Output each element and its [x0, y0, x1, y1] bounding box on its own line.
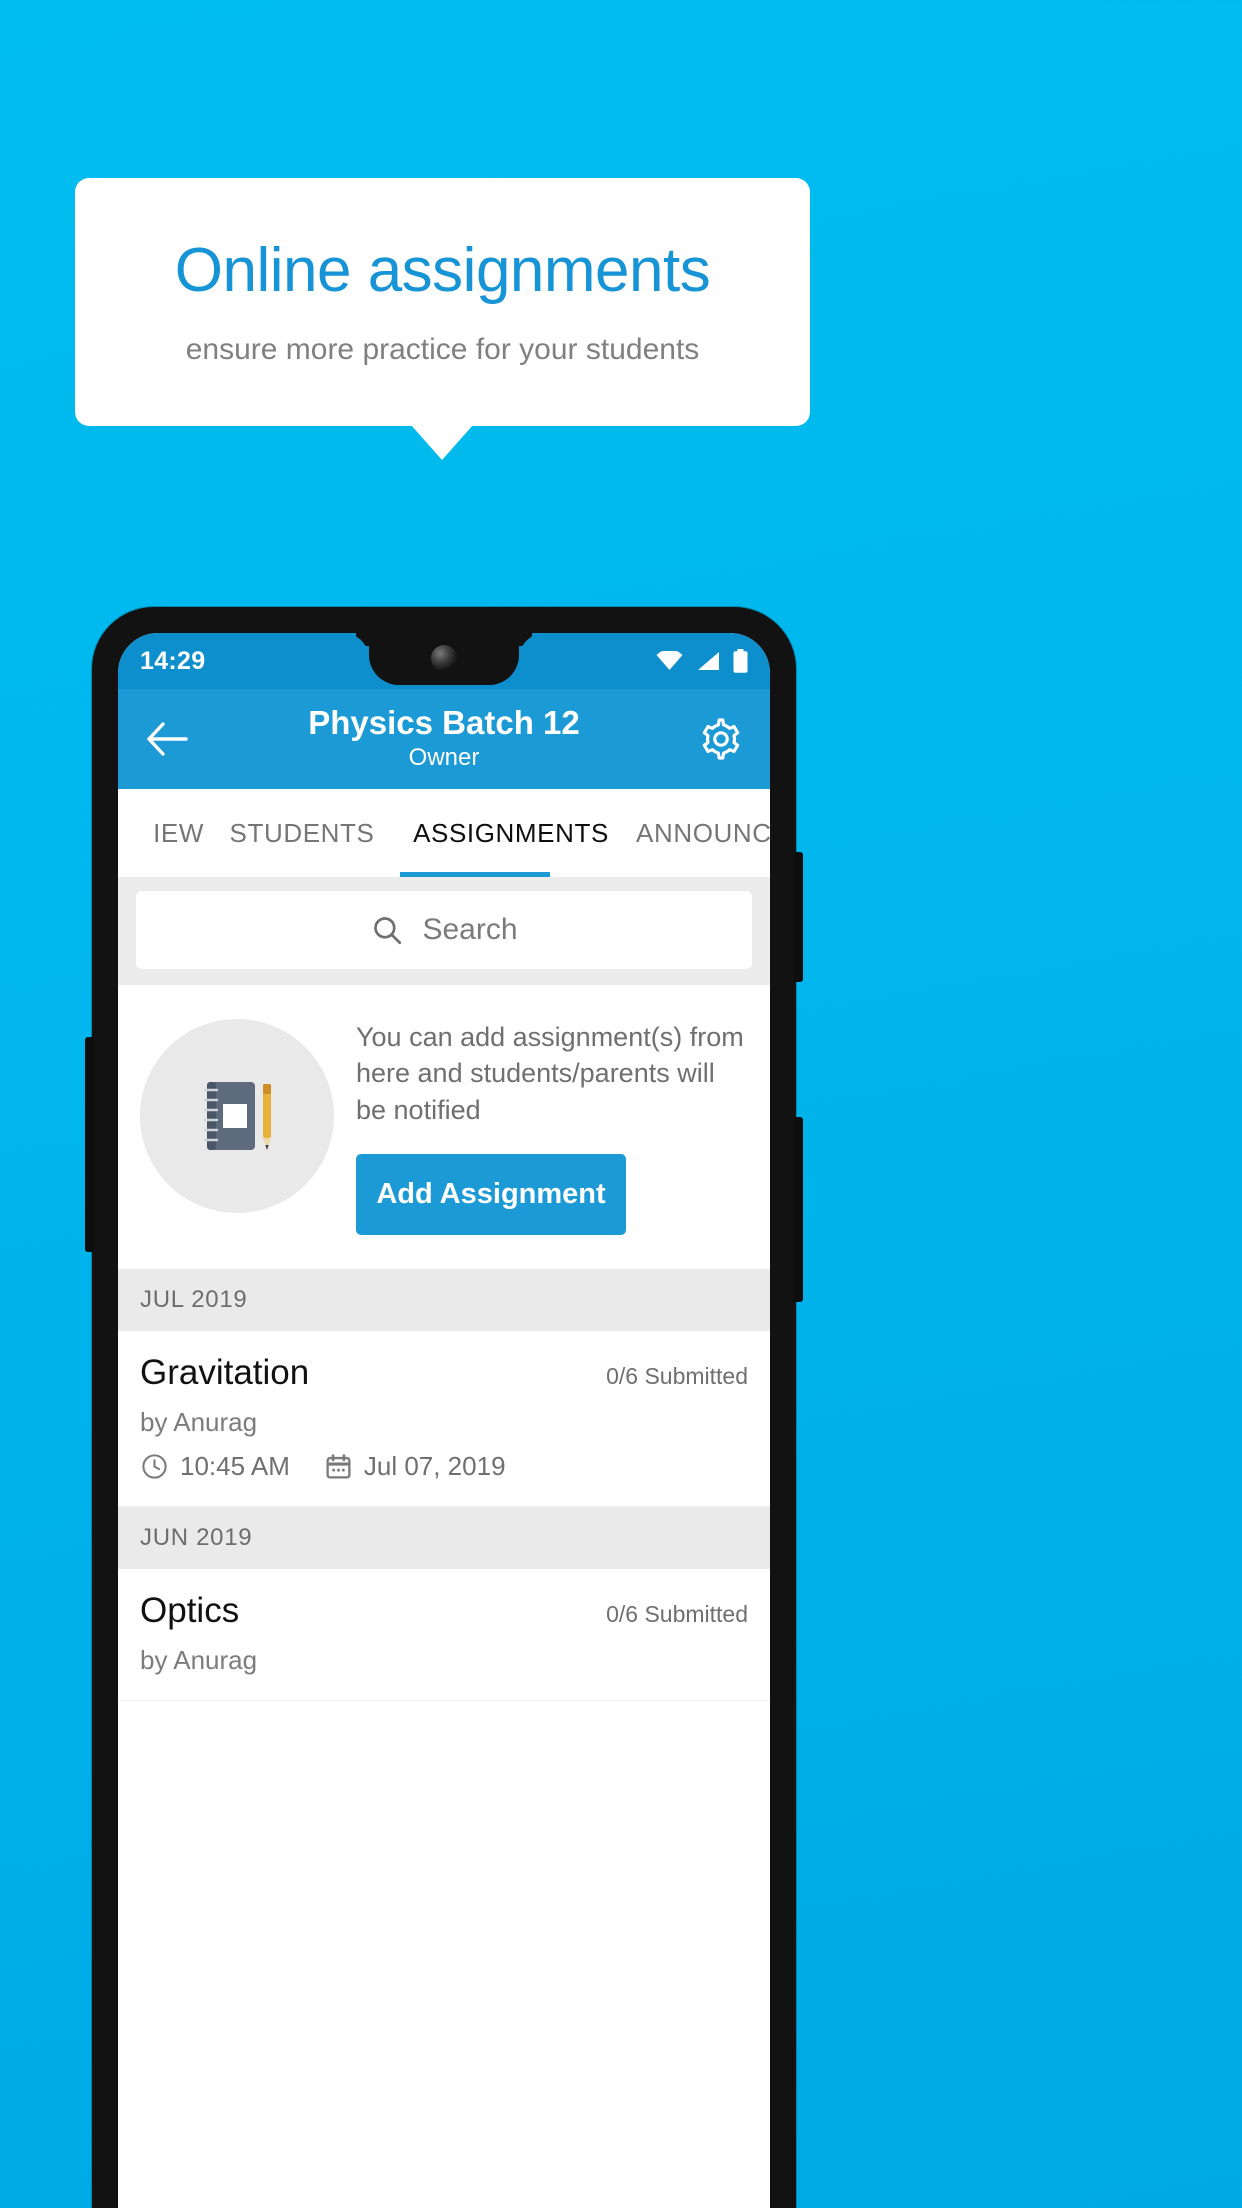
page-title: Physics Batch 12 — [308, 704, 580, 742]
section-header-jul: JUL 2019 — [118, 1269, 770, 1332]
search-icon — [370, 913, 404, 947]
assignment-time: 10:45 AM — [180, 1451, 290, 1482]
side-button[interactable] — [85, 1037, 94, 1252]
tab-bar[interactable]: IEW STUDENTS ASSIGNMENTS ANNOUNCEM — [118, 789, 770, 877]
display-notch — [369, 633, 519, 685]
status-badge: 0/6 Submitted — [606, 1363, 748, 1390]
tab-students[interactable]: STUDENTS — [204, 789, 400, 877]
tab-overview[interactable]: IEW — [118, 789, 204, 877]
promo-card: Online assignments ensure more practice … — [75, 178, 810, 426]
battery-icon — [733, 649, 748, 673]
assignment-row-top: Optics 0/6 Submitted — [140, 1591, 748, 1631]
assignment-meta: 10:45 AM Jul 07, 2019 — [140, 1451, 748, 1482]
search-placeholder: Search — [422, 913, 518, 946]
empty-state-message: You can add assignment(s) from here and … — [356, 1022, 744, 1125]
back-arrow-icon — [146, 722, 188, 756]
notebook-pen-icon — [140, 1019, 334, 1213]
assignment-date: Jul 07, 2019 — [363, 1451, 506, 1482]
search-input[interactable]: Search — [136, 891, 752, 969]
assignment-row[interactable]: Optics 0/6 Submitted by Anurag — [118, 1569, 770, 1702]
status-badge: 0/6 Submitted — [606, 1601, 748, 1628]
power-button[interactable] — [794, 1117, 803, 1302]
phone-frame: 14:29 Physics Batch 12 Owner IEW STUDENT… — [85, 607, 803, 2208]
page-subtitle: Owner — [408, 744, 480, 772]
assignment-row[interactable]: Gravitation 0/6 Submitted by Anurag 10:4… — [118, 1331, 770, 1508]
status-bar: 14:29 — [118, 633, 770, 689]
section-header-jun: JUN 2019 — [118, 1507, 770, 1570]
gear-icon — [699, 717, 743, 761]
promo-subtitle: ensure more practice for your students — [185, 333, 700, 367]
empty-state-content: You can add assignment(s) from here and … — [356, 1013, 748, 1236]
back-button[interactable] — [140, 712, 194, 766]
wifi-icon — [656, 651, 683, 671]
tab-announcements[interactable]: ANNOUNCEM — [622, 789, 770, 877]
app-bar-titles: Physics Batch 12 Owner — [118, 704, 770, 773]
search-section: Search — [118, 877, 770, 985]
settings-button[interactable] — [694, 712, 748, 766]
promo-card-tail — [411, 425, 473, 460]
assignment-author: by Anurag — [140, 1645, 258, 1676]
promo-title: Online assignments — [174, 235, 711, 305]
status-icons — [656, 649, 748, 673]
tab-assignments[interactable]: ASSIGNMENTS — [400, 789, 622, 877]
calendar-icon — [324, 1452, 353, 1481]
assignment-author: by Anurag — [140, 1407, 258, 1438]
empty-state-card: You can add assignment(s) from here and … — [118, 985, 770, 1270]
clock-icon — [140, 1452, 169, 1481]
phone-screen: 14:29 Physics Batch 12 Owner IEW STUDENT… — [118, 633, 770, 2208]
assignment-row-top: Gravitation 0/6 Submitted — [140, 1353, 748, 1393]
volume-button[interactable] — [794, 852, 803, 982]
active-tab-indicator — [400, 872, 550, 877]
front-camera-icon — [431, 645, 457, 671]
signal-icon — [696, 651, 720, 671]
assignment-title: Optics — [140, 1591, 240, 1631]
app-bar: Physics Batch 12 Owner — [118, 689, 770, 789]
assignment-title: Gravitation — [140, 1353, 310, 1393]
status-time: 14:29 — [140, 646, 206, 675]
add-assignment-button[interactable]: Add Assignment — [356, 1154, 626, 1236]
